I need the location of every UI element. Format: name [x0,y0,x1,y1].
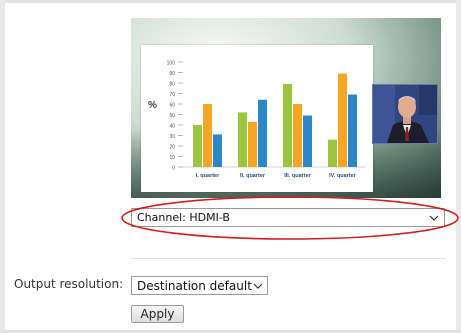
chart-bar [258,99,267,167]
chart-category-label: IV. quarter [329,173,357,179]
chevron-down-icon [429,215,439,221]
chart-y-tick-label: 0 [172,166,175,172]
chart-y-tick-label: 50 [169,113,175,119]
channel-select-value: Channel: HDMI-B [137,211,230,224]
chart-category-label: II. quarter [240,173,266,179]
chart-y-tick-label: 90 [169,71,175,77]
chart-category-label: III. quarter [284,173,311,179]
chart-category-label: I. quarter [196,173,220,179]
presentation-slide: % 0 10 20 30 40 50 60 70 80 90 100 I. quarter II. q… [141,45,373,192]
channel-preview-image: % 0 10 20 30 40 50 60 70 80 90 100 I. quarter II. q… [131,18,441,198]
chart-bar [203,104,212,167]
chart-y-tick-label: 60 [169,103,175,109]
chart-bar [193,125,202,167]
output-resolution-select[interactable]: Destination default [131,276,268,295]
chart-bar [283,84,292,167]
chart-bar [338,73,347,167]
frame-right-border [456,0,461,333]
chart-bar [238,112,247,167]
section-divider [131,258,446,259]
chart-bar [328,139,337,167]
presenter-icon [373,85,437,143]
chart-bar [248,121,257,167]
chart-y-tick-label: 20 [169,145,175,151]
slide-bar-chart: % 0 10 20 30 40 50 60 70 80 90 100 I. quarter II. q… [148,61,365,179]
chart-bar [303,115,312,167]
chart-bar [213,134,222,167]
output-resolution-value: Destination default [137,279,252,293]
chart-bar [293,104,302,167]
presenter-video-thumbnail [372,84,438,144]
chart-y-label: % [148,100,157,111]
apply-button[interactable]: Apply [131,305,184,323]
chart-y-tick-label: 80 [169,82,175,88]
chevron-down-icon [253,283,263,289]
frame-top-border [0,0,461,3]
chart-y-tick-label: 40 [169,124,175,130]
chart-y-tick-label: 10 [169,155,175,161]
channel-select[interactable]: Channel: HDMI-B [131,208,445,227]
output-resolution-label: Output resolution: [14,277,124,291]
frame-left-border [0,0,5,333]
chart-y-tick-label: 100 [167,61,176,67]
chart-y-tick-label: 70 [169,92,175,98]
chart-y-tick-label: 30 [169,134,175,140]
chart-bar [348,94,357,167]
